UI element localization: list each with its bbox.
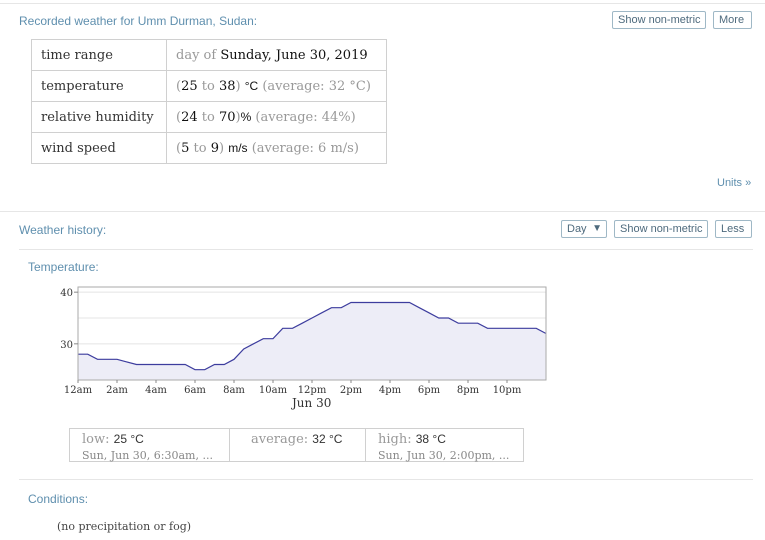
x-tick-label: 6am bbox=[184, 385, 206, 396]
row-label-temperature: temperature bbox=[31, 70, 167, 102]
x-tick-label: 8pm bbox=[457, 385, 480, 396]
weather-history-title: Weather history: bbox=[19, 223, 107, 237]
x-tick-label: 12am bbox=[64, 385, 93, 396]
temperature-close: ) bbox=[235, 78, 241, 94]
recorded-weather-table: time range day of Sunday, June 30, 2019 … bbox=[31, 39, 387, 164]
wind-unit: m/s bbox=[228, 140, 248, 155]
wind-close: ) bbox=[218, 140, 225, 156]
humidity-high: 70 bbox=[218, 109, 236, 125]
wind-average: (average: 6 m/s) bbox=[251, 140, 359, 156]
time-range-date: Sunday, June 30, 2019 bbox=[220, 47, 368, 63]
humidity-value: (24 to 70)% (average: 44%) bbox=[166, 101, 387, 133]
wind-high: 9 bbox=[210, 140, 219, 156]
high-value: 38 °C bbox=[415, 432, 446, 446]
recorded-weather-title: Recorded weather for Umm Durman, Sudan: bbox=[19, 14, 258, 28]
period-select-value: Day bbox=[567, 223, 587, 235]
table-row: relative humidity (24 to 70)% (average: … bbox=[31, 101, 387, 133]
section-divider bbox=[0, 211, 765, 212]
temperature-unit: °C bbox=[244, 78, 259, 93]
x-tick-label: 2am bbox=[106, 385, 128, 396]
x-tick-label: 10am bbox=[259, 385, 288, 396]
x-tick-label: 4pm bbox=[379, 385, 402, 396]
average-value: 32 °C bbox=[312, 432, 343, 446]
chart-date-label: Jun 30 bbox=[292, 396, 332, 410]
high-when: Sun, Jun 30, 2:00pm, ... bbox=[378, 449, 510, 462]
row-label-time-range: time range bbox=[31, 39, 167, 71]
temperature-value: (25 to 38) °C (average: 32 °C) bbox=[166, 70, 387, 102]
top-divider bbox=[0, 3, 765, 4]
wind-speed-value: (5 to 9) m/s (average: 6 m/s) bbox=[166, 132, 387, 164]
temperature-high: 38 bbox=[218, 78, 236, 94]
row-label-humidity: relative humidity bbox=[31, 101, 167, 133]
more-button[interactable]: More bbox=[713, 11, 752, 29]
temperature-average: (average: 32 °C) bbox=[262, 78, 371, 94]
temperature-low: 25 bbox=[181, 78, 198, 94]
show-non-metric-button[interactable]: Show non-metric bbox=[612, 11, 706, 29]
high-stat-box: high: 38 °C Sun, Jun 30, 2:00pm, ... bbox=[365, 428, 524, 462]
humidity-to: to bbox=[201, 109, 215, 125]
table-row: temperature (25 to 38) °C (average: 32 °… bbox=[31, 70, 387, 102]
period-select[interactable]: Day ▼ bbox=[561, 220, 607, 238]
conditions-text: (no precipitation or fog) bbox=[57, 520, 192, 533]
units-link[interactable]: Units » bbox=[717, 177, 751, 189]
high-label: high: bbox=[378, 432, 412, 447]
y-tick-label: 30 bbox=[60, 340, 73, 351]
history-divider bbox=[19, 249, 753, 250]
time-range-value: day of Sunday, June 30, 2019 bbox=[166, 39, 387, 71]
low-label: low: bbox=[82, 432, 110, 447]
humidity-average: (average: 44%) bbox=[255, 109, 356, 125]
average-stat-box: average: 32 °C bbox=[229, 428, 366, 462]
wind-to: to bbox=[193, 140, 207, 156]
time-range-prefix: day of bbox=[176, 47, 217, 63]
temperature-chart-title: Temperature: bbox=[28, 260, 99, 274]
temperature-chart: 30 40 12am 2am 4am 6am 8am 10am 12pm 2pm 4pm 6pm 8pm… bbox=[60, 286, 547, 396]
y-tick-label: 40 bbox=[60, 288, 73, 299]
conditions-divider bbox=[19, 479, 753, 480]
average-label: average: bbox=[251, 432, 309, 447]
low-value: 25 °C bbox=[113, 432, 144, 446]
humidity-unit: % bbox=[240, 109, 252, 124]
x-tick-label: 2pm bbox=[340, 385, 363, 396]
x-tick-label: 6pm bbox=[418, 385, 441, 396]
low-when: Sun, Jun 30, 6:30am, ... bbox=[82, 449, 213, 462]
row-label-wind-speed: wind speed bbox=[31, 132, 167, 164]
humidity-low: 24 bbox=[181, 109, 198, 125]
x-tick-label: 4am bbox=[145, 385, 167, 396]
wind-low: 5 bbox=[181, 140, 190, 156]
x-tick-label: 10pm bbox=[493, 385, 522, 396]
table-row: time range day of Sunday, June 30, 2019 bbox=[31, 39, 387, 71]
less-button[interactable]: Less bbox=[715, 220, 752, 238]
table-row: wind speed (5 to 9) m/s (average: 6 m/s) bbox=[31, 132, 387, 164]
x-tick-label: 12pm bbox=[298, 385, 327, 396]
chevron-down-icon: ▼ bbox=[592, 223, 602, 234]
low-stat-box: low: 25 °C Sun, Jun 30, 6:30am, ... bbox=[69, 428, 230, 462]
history-show-non-metric-button[interactable]: Show non-metric bbox=[614, 220, 708, 238]
x-tick-label: 8am bbox=[223, 385, 245, 396]
temperature-to: to bbox=[201, 78, 215, 94]
conditions-title: Conditions: bbox=[28, 492, 89, 506]
